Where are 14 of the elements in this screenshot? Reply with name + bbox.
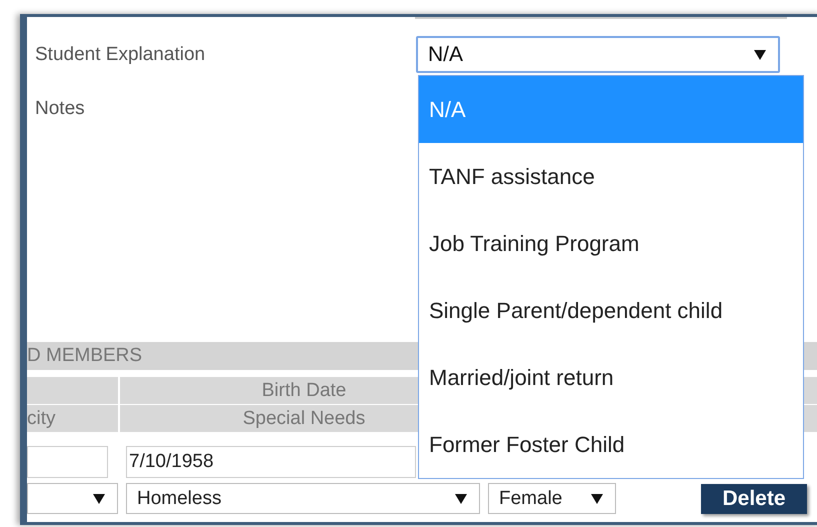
input-field[interactable] bbox=[27, 446, 108, 478]
select-field[interactable]: N/A bbox=[416, 36, 780, 73]
caret-icon bbox=[754, 50, 766, 60]
delete-button[interactable]: Delete bbox=[701, 484, 807, 514]
field-label: Student Explanation bbox=[34, 43, 206, 67]
caret-icon bbox=[591, 494, 603, 504]
caret-icon bbox=[455, 494, 467, 504]
column-header: city bbox=[27, 405, 118, 432]
gender-select[interactable]: Female bbox=[488, 483, 616, 514]
caret-icon bbox=[93, 494, 105, 504]
special-needs-select[interactable]: Homeless bbox=[126, 483, 480, 514]
field-label: Notes bbox=[34, 97, 86, 121]
birth-date-field[interactable]: 7/10/1958 bbox=[126, 446, 416, 478]
select-field[interactable] bbox=[27, 483, 118, 514]
